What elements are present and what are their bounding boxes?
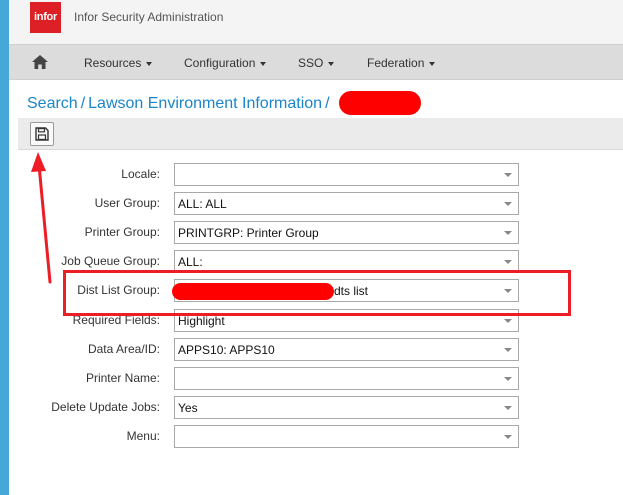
- annotation-arrow-icon: [31, 152, 52, 284]
